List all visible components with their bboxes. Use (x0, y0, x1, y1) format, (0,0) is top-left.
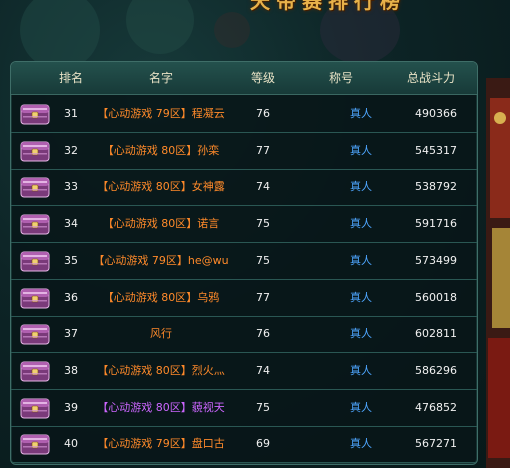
treasure-chest-icon[interactable] (20, 176, 50, 198)
ranking-panel: 排名 名字 等级 称号 总战斗力 31 【心动游戏 79区】程凝云 76 真人 … (10, 61, 478, 465)
row-title: 真人 (350, 217, 372, 231)
row-title: 真人 (350, 290, 372, 304)
row-power: 538792 (415, 180, 457, 194)
row-player-name[interactable]: 【心动游戏 79区】程凝云 (81, 96, 241, 132)
row-power: 586296 (415, 363, 457, 377)
treasure-chest-icon[interactable] (20, 213, 50, 235)
row-power: 490366 (415, 107, 457, 120)
row-player-name[interactable]: 风行 (81, 316, 241, 352)
row-title: 真人 (350, 400, 372, 414)
row-level: 75 (256, 253, 270, 267)
row-power: 476852 (415, 400, 457, 414)
row-player-name[interactable]: 【心动游戏 80区】藐视天 (81, 390, 241, 426)
row-power: 567271 (415, 437, 457, 451)
table-row[interactable]: 34 【心动游戏 80区】诺言 75 真人 591716 (11, 206, 477, 244)
row-level: 74 (256, 363, 270, 377)
row-title: 真人 (350, 253, 372, 267)
table-row[interactable]: 32 【心动游戏 80区】孙栾 77 真人 545317 (11, 133, 477, 170)
row-power: 573499 (415, 253, 457, 267)
character-art (486, 78, 510, 468)
treasure-chest-icon[interactable] (20, 103, 50, 125)
row-title: 真人 (350, 143, 372, 157)
table-row[interactable]: 35 【心动游戏 79区】he@wu 75 真人 573499 (11, 243, 477, 280)
table-header: 排名 名字 等级 称号 总战斗力 (11, 62, 477, 95)
table-row[interactable]: 33 【心动游戏 80区】女神露 74 真人 538792 (11, 169, 477, 207)
row-level: 75 (256, 217, 270, 231)
row-player-name[interactable]: 【心动游戏 80区】烈火灬 (81, 353, 241, 389)
row-level: 69 (256, 437, 270, 451)
column-header-title: 称号 (328, 71, 353, 85)
row-title: 真人 (350, 107, 372, 120)
treasure-chest-icon[interactable] (20, 287, 50, 309)
row-title: 真人 (350, 327, 372, 341)
treasure-chest-icon[interactable] (20, 140, 50, 162)
row-level: 77 (256, 290, 270, 304)
row-player-name[interactable]: 【心动游戏 80区】女神露 (81, 169, 241, 205)
table-row[interactable]: 39 【心动游戏 80区】藐视天 75 真人 476852 (11, 390, 477, 427)
row-power: 560018 (415, 290, 457, 304)
row-player-name[interactable]: 【心动游戏 79区】he@wu (81, 243, 241, 279)
table-row[interactable]: 38 【心动游戏 80区】烈火灬 74 真人 586296 (11, 353, 477, 390)
leaderboard-banner-title: 天帝赛排行榜 (250, 0, 406, 13)
row-player-name[interactable]: 【心动游戏 80区】孙栾 (81, 133, 241, 169)
row-title: 真人 (350, 437, 372, 451)
row-title: 真人 (350, 363, 372, 377)
row-level: 76 (256, 327, 270, 341)
row-power: 545317 (415, 143, 457, 157)
table-row[interactable]: 36 【心动游戏 80区】乌鸦 77 真人 560018 (11, 280, 477, 317)
column-header-name: 名字 (148, 71, 173, 85)
column-header-level: 等级 (250, 71, 275, 85)
column-header-power: 总战斗力 (406, 71, 455, 85)
row-level: 74 (256, 180, 270, 194)
table-row[interactable]: 37 风行 76 真人 602811 (11, 316, 477, 354)
treasure-chest-icon[interactable] (20, 323, 50, 345)
row-level: 77 (256, 143, 270, 157)
treasure-chest-icon[interactable] (20, 397, 50, 419)
row-level: 75 (256, 400, 270, 414)
treasure-chest-icon[interactable] (20, 360, 50, 382)
table-row[interactable]: 40 【心动游戏 79区】盘口古 69 真人 567271 (11, 426, 477, 464)
column-header-rank: 排名 (58, 71, 83, 85)
row-title: 真人 (350, 180, 372, 194)
table-row[interactable]: 31 【心动游戏 79区】程凝云 76 真人 490366 (11, 96, 477, 133)
row-level: 76 (256, 107, 270, 120)
treasure-chest-icon[interactable] (20, 433, 50, 455)
row-player-name[interactable]: 【心动游戏 80区】乌鸦 (81, 280, 241, 316)
row-power: 602811 (415, 327, 457, 341)
row-power: 591716 (415, 217, 457, 231)
treasure-chest-icon[interactable] (20, 250, 50, 272)
row-player-name[interactable]: 【心动游戏 80区】诺言 (81, 206, 241, 242)
row-player-name[interactable]: 【心动游戏 79区】盘口古 (81, 426, 241, 462)
